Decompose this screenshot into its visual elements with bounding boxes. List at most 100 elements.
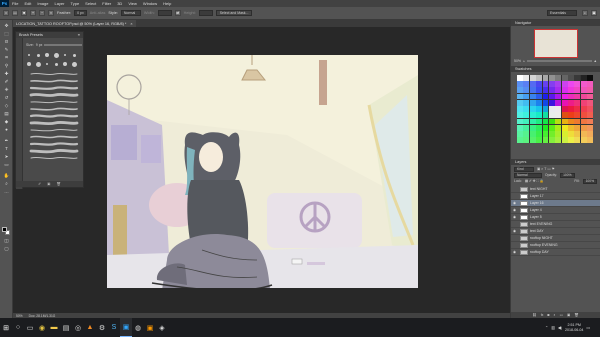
color-swatch[interactable]: [561, 131, 568, 137]
color-swatch[interactable]: [523, 118, 530, 125]
swap-dimensions-icon[interactable]: ⇄: [174, 10, 181, 16]
color-swatch[interactable]: [529, 118, 536, 125]
intersect-selection-icon[interactable]: ×: [48, 10, 54, 16]
color-swatch[interactable]: [574, 106, 581, 112]
color-swatch[interactable]: [536, 118, 542, 125]
layer-row[interactable]: ◉ rooftop DAY: [511, 249, 600, 256]
layer-row[interactable]: ◉ text DAY: [511, 228, 600, 235]
brush-preset[interactable]: [26, 126, 82, 133]
layer-style-icon[interactable]: fx: [541, 313, 544, 317]
color-swatch[interactable]: [555, 75, 562, 81]
screen-mode-icon[interactable]: ▢: [3, 246, 10, 252]
color-swatch[interactable]: [555, 87, 562, 94]
color-swatch[interactable]: [587, 124, 593, 131]
color-swatch[interactable]: [561, 112, 568, 119]
blend-mode-select[interactable]: Normal: [514, 172, 542, 178]
color-swatch[interactable]: [517, 81, 523, 87]
color-swatch[interactable]: [580, 112, 587, 119]
document-canvas[interactable]: [107, 55, 418, 288]
color-swatch[interactable]: [561, 124, 568, 131]
color-swatch[interactable]: [580, 93, 587, 100]
swatches-header[interactable]: Swatches: [511, 66, 600, 72]
brush-preset[interactable]: [26, 70, 82, 77]
color-swatch[interactable]: [542, 99, 549, 106]
color-swatch[interactable]: [523, 81, 530, 87]
type-tool-icon[interactable]: T: [3, 146, 10, 152]
volume-icon[interactable]: ◀): [558, 325, 562, 330]
brush-presets-header[interactable]: Brush Presets ≡: [16, 32, 83, 38]
color-swatch[interactable]: [529, 137, 536, 143]
color-swatch[interactable]: [536, 93, 542, 100]
color-swatch[interactable]: [542, 124, 549, 131]
color-swatch[interactable]: [574, 87, 581, 94]
color-swatch[interactable]: [574, 137, 581, 143]
color-swatch[interactable]: [517, 93, 523, 100]
color-swatch[interactable]: [580, 81, 587, 87]
color-swatch[interactable]: [523, 75, 530, 81]
color-swatch[interactable]: [517, 118, 523, 125]
pen-tool-icon[interactable]: ✒: [3, 138, 10, 144]
color-swatch[interactable]: [587, 112, 593, 119]
path-select-tool-icon[interactable]: ➤: [3, 154, 10, 160]
workspace-icon[interactable]: ▣: [591, 10, 597, 16]
color-swatch[interactable]: [568, 118, 574, 125]
photoshop-taskbar-icon[interactable]: ▣: [120, 318, 132, 337]
color-swatch[interactable]: [523, 131, 530, 137]
select-and-mask-button[interactable]: Select and Mask...: [215, 10, 253, 16]
cortana-icon[interactable]: ○: [12, 318, 24, 337]
color-swatch[interactable]: [542, 112, 549, 119]
color-swatch[interactable]: [517, 75, 523, 81]
new-group-icon[interactable]: ▭: [560, 313, 563, 317]
color-swatch[interactable]: [523, 112, 530, 119]
layer-row[interactable]: Layer 17: [511, 193, 600, 200]
crop-tool-icon[interactable]: ⌗: [3, 55, 10, 61]
color-swatch[interactable]: [580, 106, 587, 112]
store-icon[interactable]: ▤: [60, 318, 72, 337]
brush-preset[interactable]: [26, 77, 82, 84]
color-swatch[interactable]: [587, 99, 593, 106]
rectangle-tool-icon[interactable]: ▭: [3, 162, 10, 168]
gradient-tool-icon[interactable]: ▤: [3, 111, 10, 117]
color-swatch[interactable]: [555, 106, 562, 112]
color-swatch[interactable]: [523, 87, 530, 94]
color-swatch[interactable]: [542, 75, 549, 81]
search-icon[interactable]: ⌕: [582, 10, 588, 16]
brush-preset[interactable]: [26, 140, 82, 147]
color-swatch[interactable]: [548, 106, 555, 112]
quick-select-tool-icon[interactable]: ✎: [3, 47, 10, 53]
color-swatch[interactable]: [580, 99, 587, 106]
status-zoom[interactable]: 50%: [16, 314, 23, 318]
color-swatch[interactable]: [555, 137, 562, 143]
brush-tip-thumbnail[interactable]: [53, 52, 59, 58]
color-swatch[interactable]: [517, 137, 523, 143]
chat-app-icon[interactable]: ◈: [156, 318, 168, 337]
color-swatch[interactable]: [529, 93, 536, 100]
color-swatch[interactable]: [580, 124, 587, 131]
layer-visibility-eye-icon[interactable]: ◉: [511, 201, 518, 205]
color-swatch[interactable]: [529, 87, 536, 94]
color-swatch[interactable]: [529, 75, 536, 81]
color-swatch[interactable]: [529, 131, 536, 137]
swatches-grid[interactable]: [517, 75, 593, 143]
workspace-select[interactable]: Essentials: [547, 10, 577, 16]
style-select[interactable]: Normal: [120, 10, 141, 16]
color-swatch[interactable]: [574, 93, 581, 100]
zoom-in-icon[interactable]: ▲: [594, 59, 597, 63]
brush-preset[interactable]: [26, 147, 82, 154]
quick-mask-icon[interactable]: ◫: [3, 238, 10, 244]
brush-tip-thumbnail[interactable]: [62, 61, 68, 67]
color-swatch[interactable]: [555, 124, 562, 131]
brush-preset[interactable]: [26, 91, 82, 98]
new-preset-icon[interactable]: ▣: [47, 182, 50, 186]
menu-edit[interactable]: Edit: [21, 1, 34, 6]
color-swatch[interactable]: [536, 137, 542, 143]
color-swatch[interactable]: [548, 81, 555, 87]
link-layers-icon[interactable]: ⛓: [532, 313, 536, 317]
color-swatch[interactable]: [517, 124, 523, 131]
color-swatch[interactable]: [536, 99, 542, 106]
add-mask-icon[interactable]: ◙: [547, 313, 549, 317]
skype-icon[interactable]: S: [108, 318, 120, 337]
task-view-icon[interactable]: ▭: [24, 318, 36, 337]
color-swatch[interactable]: [523, 124, 530, 131]
color-swatch[interactable]: [568, 124, 574, 131]
